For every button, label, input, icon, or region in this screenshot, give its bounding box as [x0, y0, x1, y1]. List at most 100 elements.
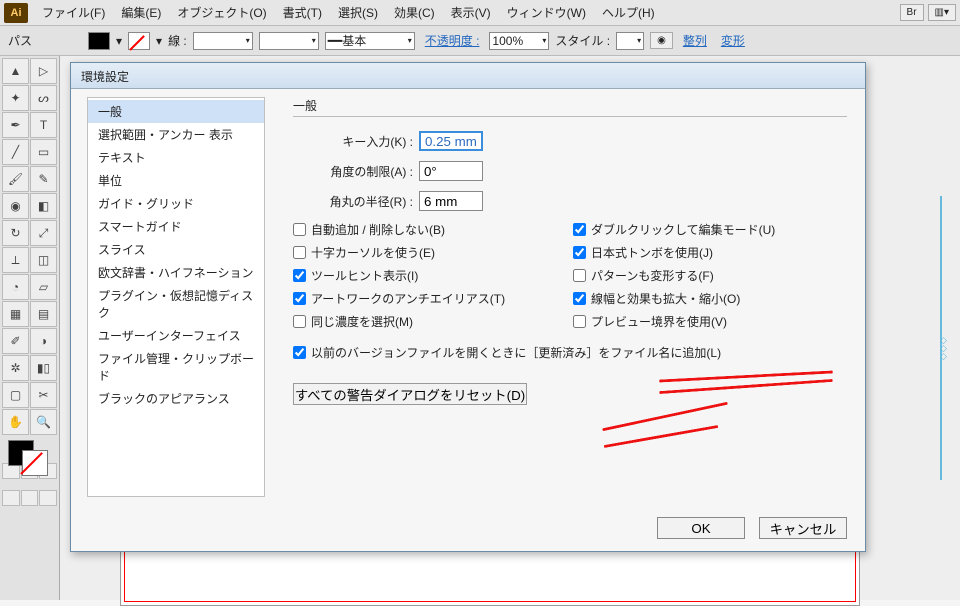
chk-same-tint[interactable]	[293, 315, 306, 328]
big-stroke-swatch[interactable]	[22, 450, 48, 476]
rect-tool[interactable]: ▭	[30, 139, 57, 165]
opacity-combo[interactable]: 100%▾	[489, 32, 549, 50]
arrange-button[interactable]: ▥▾	[928, 4, 956, 21]
chk-cross[interactable]	[293, 246, 306, 259]
chk-pattern[interactable]	[573, 269, 586, 282]
chk-auto-add[interactable]	[293, 223, 306, 236]
chk-cross-label: 十字カーソルを使う(E)	[311, 244, 435, 261]
chk-dblclick[interactable]	[573, 223, 586, 236]
transform-link[interactable]: 変形	[717, 32, 749, 49]
line-tool[interactable]: ╱	[2, 139, 29, 165]
fill-swatch[interactable]	[88, 32, 110, 50]
chk-antialias[interactable]	[293, 292, 306, 305]
cancel-button[interactable]: キャンセル	[759, 517, 847, 539]
menu-effect[interactable]: 効果(C)	[386, 0, 443, 25]
angle-label: 角度の制限(A) :	[293, 163, 413, 180]
chk-jpmark-label: 日本式トンボを使用(J)	[591, 244, 713, 261]
chk-same-tint-label: 同じ濃度を選択(M)	[311, 313, 413, 330]
cat-units[interactable]: 単位	[88, 169, 264, 192]
cat-selection[interactable]: 選択範囲・アンカー 表示	[88, 123, 264, 146]
menu-file[interactable]: ファイル(F)	[34, 0, 113, 25]
cat-ui[interactable]: ユーザーインターフェイス	[88, 324, 264, 347]
chk-legacy-label: 以前のバージョンファイルを開くときに［更新済み］をファイル名に追加(L)	[311, 344, 721, 361]
gradient-tool[interactable]: ▤	[30, 301, 57, 327]
chk-auto-add-label: 自動追加 / 削除しない(B)	[311, 221, 445, 238]
chk-legacy[interactable]	[293, 346, 306, 359]
menu-object[interactable]: オブジェクト(O)	[169, 0, 274, 25]
fill-stroke-control[interactable]	[2, 436, 57, 478]
artboard-tool[interactable]: ▢	[2, 382, 29, 408]
cat-text[interactable]: テキスト	[88, 146, 264, 169]
menu-window[interactable]: ウィンドウ(W)	[499, 0, 594, 25]
pencil-tool[interactable]: ✎	[30, 166, 57, 192]
eraser-tool[interactable]: ◧	[30, 193, 57, 219]
brush-combo[interactable]: ━━ 基本▾	[325, 32, 415, 50]
var-width[interactable]: ▾	[259, 32, 319, 50]
blend-tool[interactable]: ◑	[30, 328, 57, 354]
style-combo[interactable]: ▾	[616, 32, 644, 50]
screen-mode-row[interactable]	[2, 490, 57, 506]
stroke-weight[interactable]: ▾	[193, 32, 253, 50]
option-bar: パス ▾ ▾ 線 : ▾ ▾ ━━ 基本▾ 不透明度 : 100%▾ スタイル …	[0, 26, 960, 56]
perspective-tool[interactable]: ▱	[30, 274, 57, 300]
shape-builder-tool[interactable]: ◔	[2, 274, 29, 300]
checkbox-grid: 自動追加 / 削除しない(B) ダブルクリックして編集モード(U) 十字カーソル…	[293, 221, 847, 330]
symbol-tool[interactable]: ✲	[2, 355, 29, 381]
align-link[interactable]: 整列	[679, 32, 711, 49]
blob-tool[interactable]: ◉	[2, 193, 29, 219]
scale-tool[interactable]: ⤢	[30, 220, 57, 246]
selection-tool[interactable]: ▲	[2, 58, 29, 84]
menu-help[interactable]: ヘルプ(H)	[594, 0, 663, 25]
cat-guides[interactable]: ガイド・グリッド	[88, 192, 264, 215]
cat-smart[interactable]: スマートガイド	[88, 215, 264, 238]
hand-tool[interactable]: ✋	[2, 409, 29, 435]
bridge-button[interactable]: Br	[900, 4, 924, 21]
direct-select-tool[interactable]: ▷	[30, 58, 57, 84]
free-transform-tool[interactable]: ◫	[30, 247, 57, 273]
menu-select[interactable]: 選択(S)	[330, 0, 386, 25]
corner-field[interactable]	[419, 191, 483, 211]
eyedropper-tool[interactable]: ✐	[2, 328, 29, 354]
mesh-tool[interactable]: ▦	[2, 301, 29, 327]
stroke-swatch[interactable]	[128, 32, 150, 50]
cat-files[interactable]: ファイル管理・クリップボード	[88, 347, 264, 387]
menu-type[interactable]: 書式(T)	[275, 0, 330, 25]
type-tool[interactable]: T	[30, 112, 57, 138]
chk-preview-bounds-label: プレビュー境界を使用(V)	[591, 313, 727, 330]
menu-view[interactable]: 表示(V)	[443, 0, 499, 25]
menu-edit[interactable]: 編集(E)	[113, 0, 169, 25]
chk-preview-bounds[interactable]	[573, 315, 586, 328]
recolor-button[interactable]: ◉	[650, 32, 673, 49]
reset-warnings-button[interactable]: すべての警告ダイアログをリセット(D)	[293, 383, 527, 405]
key-input-label: キー入力(K) :	[293, 133, 413, 150]
graph-tool[interactable]: ▮▯	[30, 355, 57, 381]
chk-dblclick-label: ダブルクリックして編集モード(U)	[591, 221, 775, 238]
section-title: 一般	[293, 97, 847, 117]
rotate-tool[interactable]: ↻	[2, 220, 29, 246]
key-input-field[interactable]	[419, 131, 483, 151]
ok-button[interactable]: OK	[657, 517, 745, 539]
angle-field[interactable]	[419, 161, 483, 181]
magic-wand-tool[interactable]: ✦	[2, 85, 29, 111]
category-list: 一般 選択範囲・アンカー 表示 テキスト 単位 ガイド・グリッド スマートガイド…	[87, 97, 265, 497]
width-tool[interactable]: ⟂	[2, 247, 29, 273]
app-logo: Ai	[4, 3, 28, 23]
chk-scale-strokes[interactable]	[573, 292, 586, 305]
pen-tool[interactable]: ✒	[2, 112, 29, 138]
opacity-label[interactable]: 不透明度 :	[421, 32, 484, 49]
zoom-tool[interactable]: 🔍	[30, 409, 57, 435]
cat-general[interactable]: 一般	[88, 100, 264, 123]
chk-jpmark[interactable]	[573, 246, 586, 259]
chk-tooltip[interactable]	[293, 269, 306, 282]
lasso-tool[interactable]: ᔕ	[30, 85, 57, 111]
brush-tool[interactable]: 🖌	[2, 166, 29, 192]
style-label: スタイル :	[555, 32, 610, 49]
cat-hyphen[interactable]: 欧文辞書・ハイフネーション	[88, 261, 264, 284]
cat-black[interactable]: ブラックのアピアランス	[88, 387, 264, 410]
slice-tool[interactable]: ✂	[30, 382, 57, 408]
cat-slice[interactable]: スライス	[88, 238, 264, 261]
cat-plugins[interactable]: プラグイン・仮想記憶ディスク	[88, 284, 264, 324]
chk-pattern-label: パターンも変形する(F)	[591, 267, 714, 284]
corner-label: 角丸の半径(R) :	[293, 193, 413, 210]
menubar: Ai ファイル(F) 編集(E) オブジェクト(O) 書式(T) 選択(S) 効…	[0, 0, 960, 26]
